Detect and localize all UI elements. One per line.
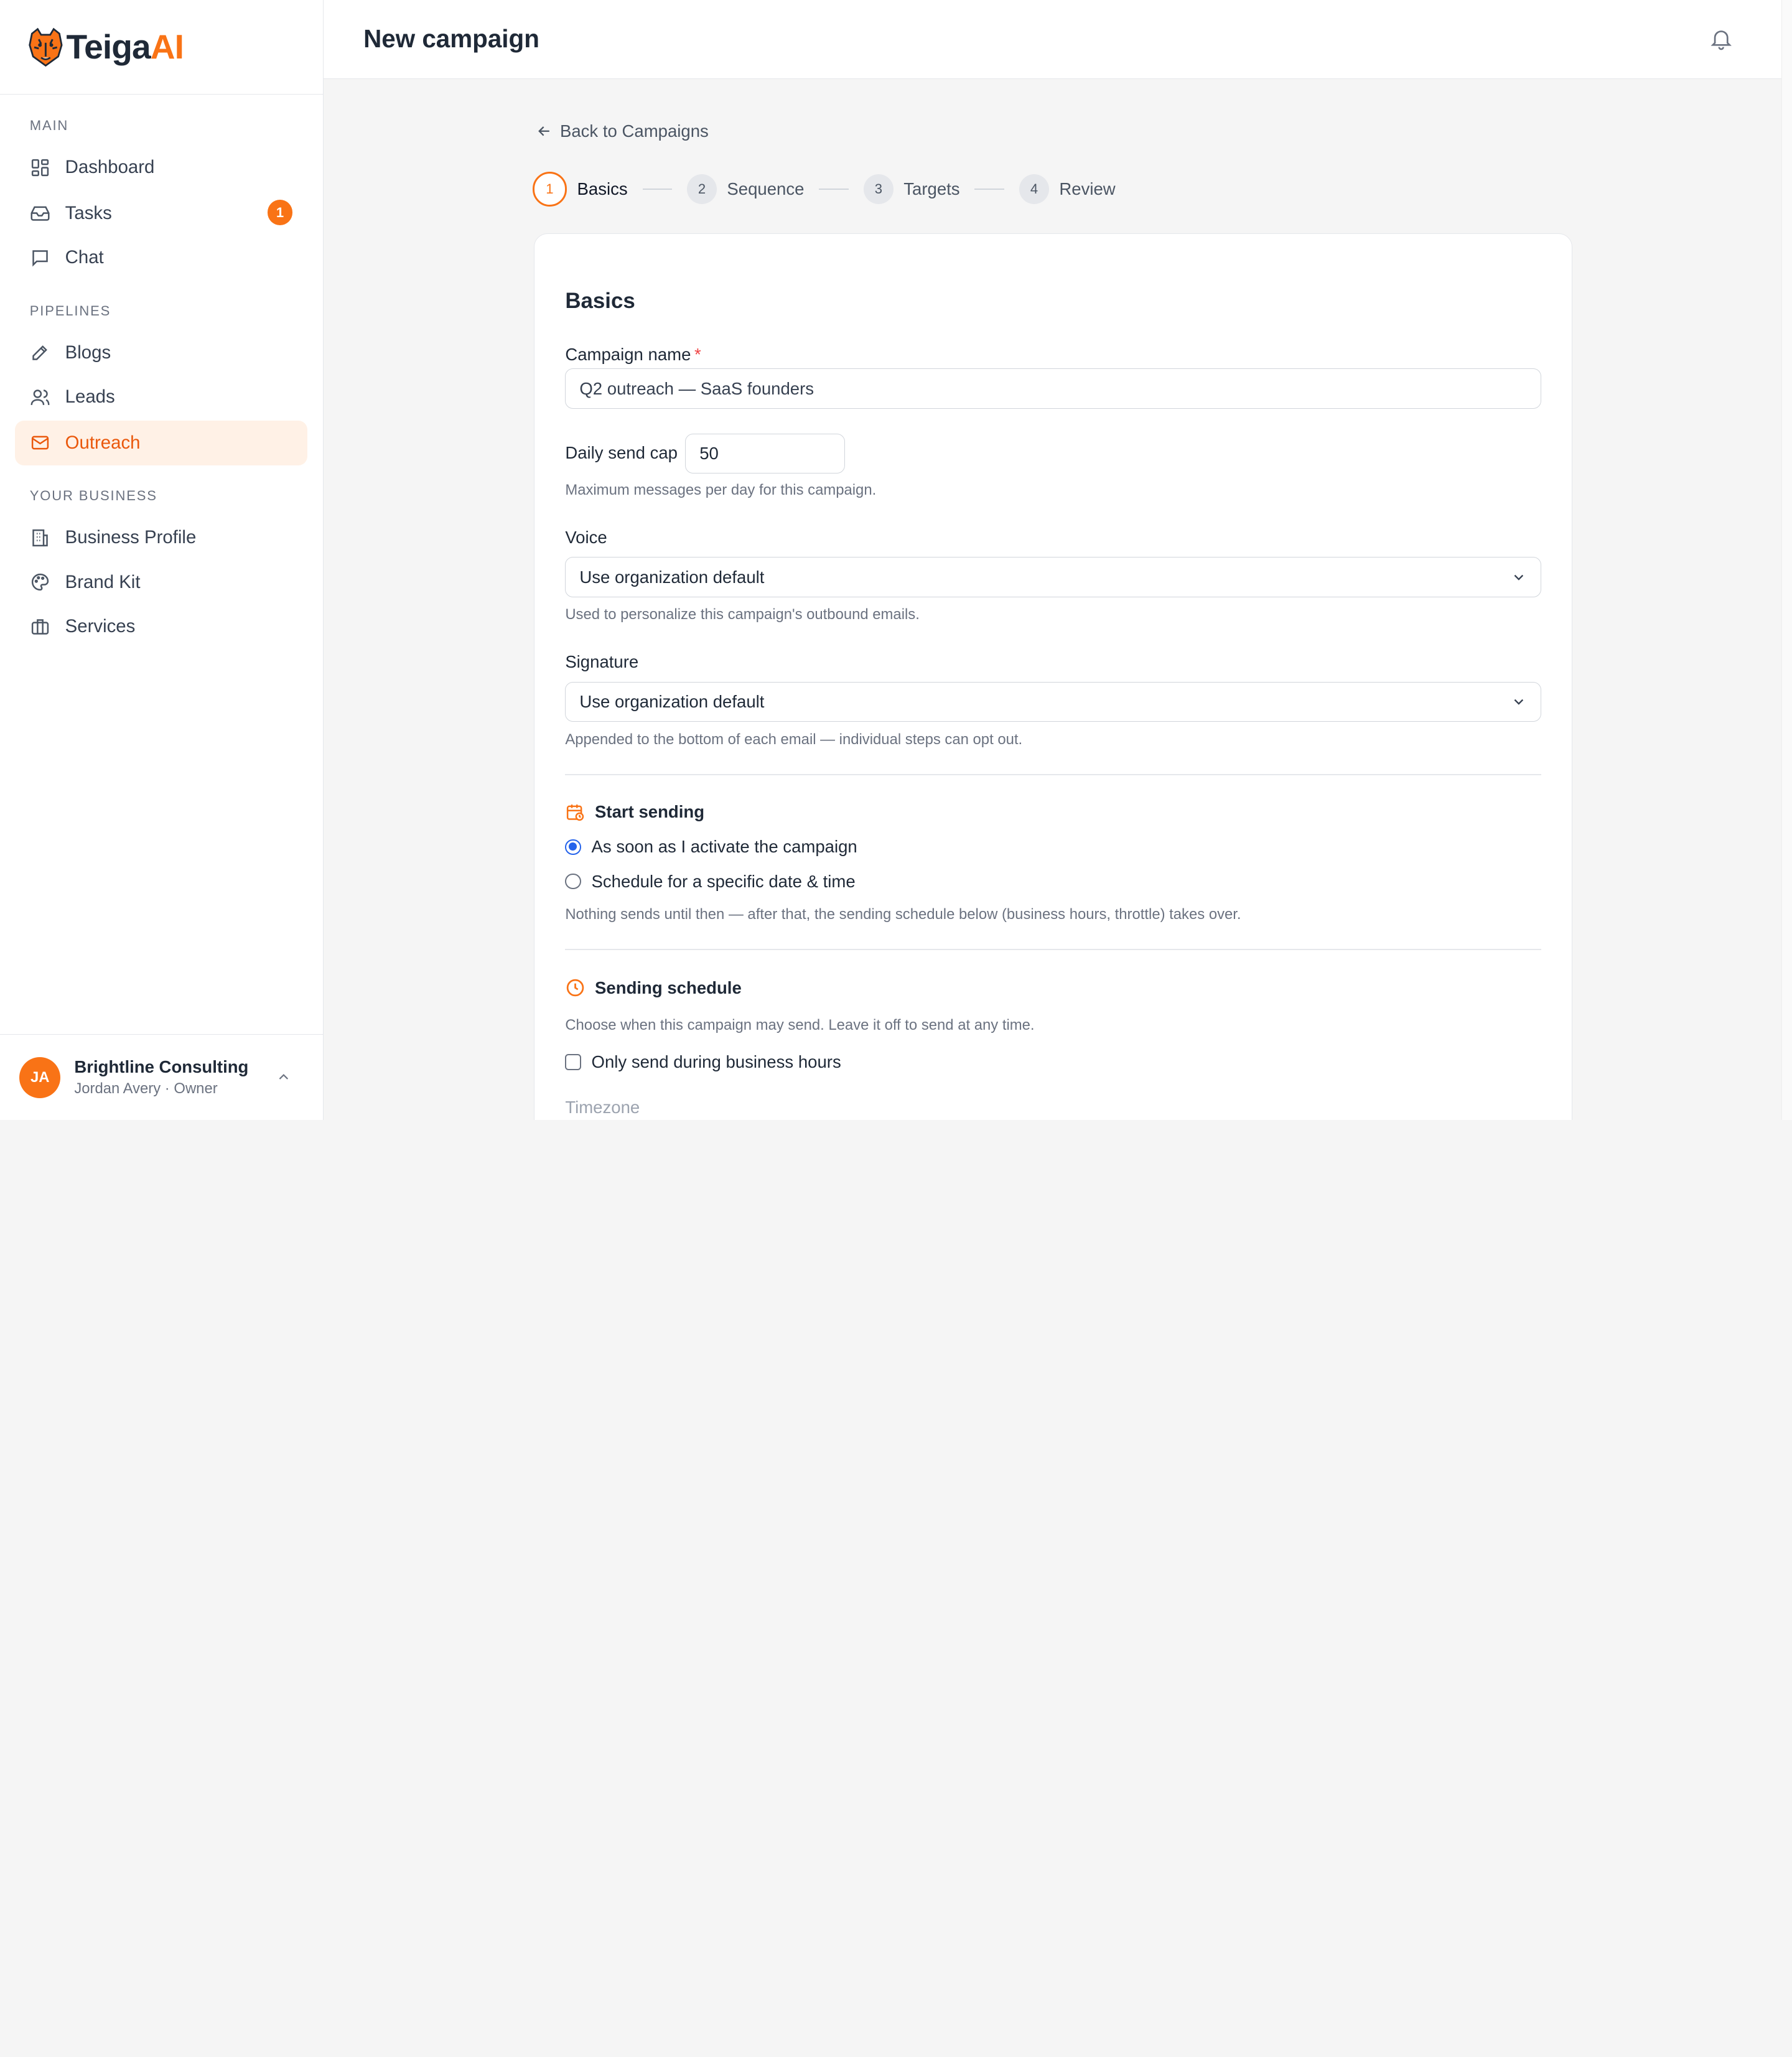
tiger-logo-icon — [29, 27, 63, 67]
dashboard-icon — [31, 159, 49, 176]
user-role: Jordan Avery · Owner — [74, 1080, 218, 1098]
briefcase-icon — [31, 619, 49, 635]
voice-help: Used to personalize this campaign's outb… — [565, 606, 920, 623]
step-connector — [819, 189, 849, 190]
logo-text: TeigaAI — [66, 27, 184, 67]
voice-selected-value: Use organization default — [579, 567, 765, 587]
back-to-campaigns-link[interactable]: Back to Campaigns — [536, 121, 709, 141]
business-hours-option[interactable]: Only send during business hours — [565, 1052, 841, 1072]
basics-form-card: Basics Campaign name * Q2 outreach — SaaS… — [533, 233, 1573, 1120]
step-label: Sequence — [727, 179, 805, 198]
step-connector — [974, 189, 1005, 190]
sidebar-item-chat[interactable]: Chat — [15, 235, 307, 280]
sidebar-item-outreach[interactable]: Outreach — [14, 420, 308, 465]
daily-cap-help: Maximum messages per day for this campai… — [565, 482, 877, 499]
signature-help: Appended to the bottom of each email — i… — [565, 730, 1023, 748]
sidebar: TeigaAI MAIN Dashboard Tasks 1 Chat PIPE… — [0, 0, 324, 1120]
start-sending-help: Nothing sends until then — after that, t… — [565, 905, 1241, 923]
signature-selected-value: Use organization default — [579, 691, 765, 711]
divider — [565, 774, 1541, 776]
start-on-activate-option[interactable]: As soon as I activate the campaign — [565, 837, 857, 857]
sidebar-item-label: Tasks — [65, 202, 112, 223]
tasks-count-badge: 1 — [267, 200, 293, 225]
nav-section-your-business: YOUR BUSINESS — [29, 488, 157, 504]
step-connector — [642, 189, 673, 190]
sidebar-item-label: Chat — [65, 247, 104, 268]
timezone-label: Timezone — [565, 1098, 640, 1117]
sidebar-item-label: Blogs — [65, 342, 111, 363]
sidebar-item-label: Business Profile — [65, 527, 197, 548]
chevron-down-icon — [1514, 699, 1524, 705]
bell-icon[interactable] — [1709, 26, 1734, 51]
step-number: 1 — [532, 172, 567, 207]
sidebar-item-label: Dashboard — [65, 157, 155, 178]
checkbox-label: Only send during business hours — [591, 1052, 841, 1071]
step-sequence[interactable]: 2 Sequence — [687, 174, 804, 204]
sidebar-item-leads[interactable]: Leads — [15, 375, 307, 419]
voice-select[interactable]: Use organization default — [565, 557, 1541, 597]
signature-select[interactable]: Use organization default — [565, 681, 1541, 722]
page-scrollbar[interactable] — [1781, 0, 1792, 1120]
start-scheduled-option[interactable]: Schedule for a specific date & time — [565, 871, 856, 892]
start-sending-heading: Start sending — [565, 802, 704, 823]
sidebar-item-dashboard[interactable]: Dashboard — [15, 145, 307, 190]
radio-label: As soon as I activate the campaign — [591, 837, 857, 857]
clock-icon — [567, 979, 584, 997]
sidebar-item-label: Leads — [65, 386, 115, 408]
sidebar-item-label: Services — [65, 616, 136, 637]
daily-send-cap-label: Daily send cap — [565, 442, 678, 462]
top-header: New campaign — [323, 0, 1782, 79]
inbox-icon — [30, 206, 50, 221]
section-title: Basics — [565, 288, 635, 313]
sidebar-item-business-profile[interactable]: Business Profile — [15, 515, 307, 560]
voice-label: Voice — [565, 527, 607, 547]
account-switcher[interactable]: JA Brightline Consulting Jordan Avery · … — [0, 1034, 324, 1120]
radio-checked[interactable] — [565, 839, 582, 856]
signature-label: Signature — [565, 651, 639, 671]
sidebar-item-services[interactable]: Services — [15, 605, 307, 650]
step-number: 3 — [863, 174, 894, 204]
calendar-clock-icon — [567, 804, 584, 821]
nav-section-pipelines: PIPELINES — [29, 302, 111, 319]
daily-send-cap-input[interactable]: 50 — [685, 434, 846, 474]
step-number: 2 — [687, 174, 717, 204]
chevron-down-icon — [1514, 574, 1524, 581]
step-label: Review — [1059, 179, 1116, 198]
arrow-left-icon — [538, 126, 550, 136]
step-label: Basics — [577, 179, 628, 198]
step-number: 4 — [1019, 174, 1049, 204]
sending-schedule-help: Choose when this campaign may send. Leav… — [565, 1016, 1035, 1033]
pen-icon — [32, 345, 47, 360]
nav-section-main: MAIN — [29, 118, 69, 134]
chat-icon — [32, 250, 48, 267]
campaign-name-input[interactable]: Q2 outreach — SaaS founders — [565, 368, 1541, 409]
step-review[interactable]: 4 Review — [1019, 174, 1116, 204]
org-name: Brightline Consulting — [74, 1056, 249, 1076]
mail-icon — [31, 436, 49, 450]
sidebar-item-label: Brand Kit — [65, 571, 141, 592]
users-icon — [30, 389, 50, 405]
logo[interactable]: TeigaAI — [0, 0, 323, 95]
back-link-label: Back to Campaigns — [559, 121, 709, 141]
radio-label: Schedule for a specific date & time — [591, 871, 856, 891]
palette-icon — [31, 574, 49, 591]
avatar: JA — [19, 1056, 61, 1098]
step-basics[interactable]: 1 Basics — [532, 172, 628, 207]
business-hours-checkbox[interactable] — [565, 1053, 582, 1070]
campaign-name-label: Campaign name * — [565, 344, 701, 364]
page-title: New campaign — [363, 24, 539, 53]
sidebar-item-brand-kit[interactable]: Brand Kit — [15, 560, 307, 605]
step-targets[interactable]: 3 Targets — [863, 174, 960, 204]
building-icon — [32, 529, 48, 546]
radio-unchecked[interactable] — [565, 873, 582, 890]
sidebar-item-tasks[interactable]: Tasks 1 — [15, 191, 307, 236]
chevron-up-icon — [279, 1074, 288, 1080]
required-mark: * — [694, 344, 701, 364]
sending-schedule-heading: Sending schedule — [565, 977, 742, 998]
wizard-stepper: 1 Basics 2 Sequence 3 Targets 4 Review — [532, 172, 1116, 207]
divider — [565, 949, 1541, 951]
sidebar-item-label: Outreach — [65, 432, 141, 453]
sidebar-item-blogs[interactable]: Blogs — [15, 330, 307, 375]
step-label: Targets — [903, 179, 960, 198]
